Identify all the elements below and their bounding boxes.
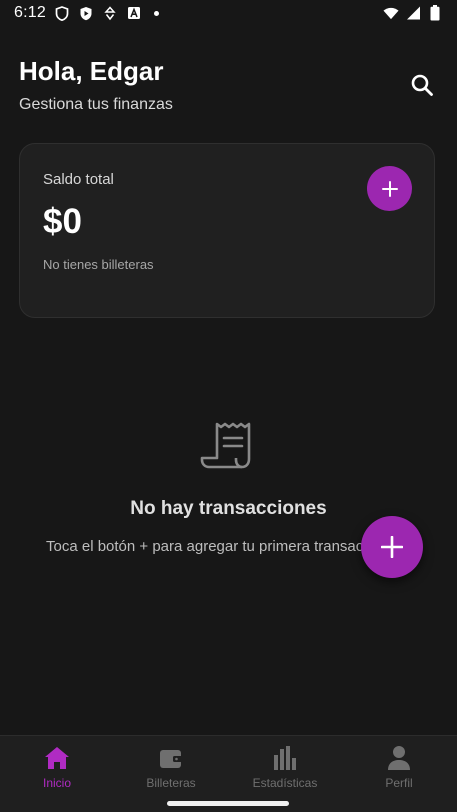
- bar-chart-icon: [271, 744, 299, 772]
- signal-icon: [405, 5, 421, 21]
- play-protect-icon: [78, 5, 94, 21]
- battery-icon: [427, 5, 443, 21]
- nav-label-billeteras: Billeteras: [146, 776, 196, 790]
- recycle-icon: [102, 5, 118, 21]
- greeting-subtitle: Gestiona tus finanzas: [19, 96, 173, 113]
- greeting-title: Hola, Edgar: [19, 56, 164, 86]
- a-letter-icon: [126, 5, 142, 21]
- nav-item-estadisticas[interactable]: Estadísticas: [228, 744, 342, 794]
- nav-item-inicio[interactable]: Inicio: [0, 744, 114, 794]
- status-bar-right: [383, 5, 443, 21]
- home-icon: [43, 744, 71, 772]
- add-transaction-fab[interactable]: [361, 516, 423, 578]
- shield-icon: [54, 5, 70, 21]
- balance-card: Saldo total $0 No tienes billeteras: [19, 143, 435, 318]
- nav-label-perfil: Perfil: [385, 776, 413, 790]
- person-icon: [385, 744, 413, 772]
- search-icon: [411, 74, 433, 96]
- balance-note: No tienes billeteras: [43, 257, 154, 272]
- plus-icon: [381, 180, 398, 197]
- notification-dot: [153, 10, 159, 16]
- search-button[interactable]: [409, 72, 435, 98]
- empty-state-hint: Toca el botón + para agregar tu primera …: [46, 538, 376, 555]
- add-wallet-button[interactable]: [367, 166, 412, 211]
- wifi-icon: [383, 5, 399, 21]
- balance-amount: $0: [43, 202, 82, 241]
- nav-label-inicio: Inicio: [42, 776, 71, 790]
- receipt-icon: [200, 420, 256, 472]
- home-indicator[interactable]: [167, 801, 289, 806]
- status-time: 6:12: [14, 4, 46, 21]
- nav-item-perfil[interactable]: Perfil: [342, 744, 456, 794]
- status-bar: 6:12: [0, 0, 457, 26]
- balance-label: Saldo total: [43, 171, 114, 188]
- nav-label-estadisticas: Estadísticas: [252, 776, 318, 790]
- wallet-icon: [157, 744, 185, 772]
- status-bar-left: 6:12: [14, 4, 159, 22]
- plus-icon: [381, 536, 403, 558]
- nav-item-billeteras[interactable]: Billeteras: [114, 744, 228, 794]
